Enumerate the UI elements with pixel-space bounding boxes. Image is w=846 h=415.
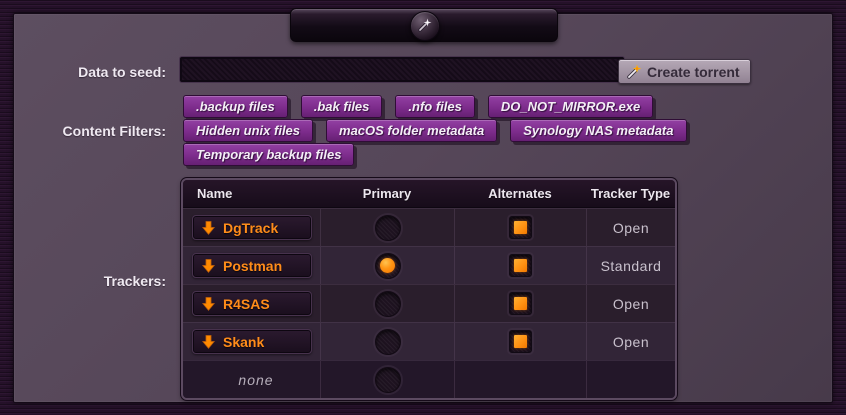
table-row: R4SAS Open bbox=[183, 284, 675, 322]
tracker-none-label: none bbox=[192, 372, 320, 388]
chip-row: Hidden unix files macOS folder metadata … bbox=[183, 119, 743, 140]
filter-chip[interactable]: .backup files bbox=[183, 95, 288, 118]
top-bar bbox=[290, 8, 558, 42]
table-row: DgTrack Open bbox=[183, 208, 675, 246]
tracker-name: DgTrack bbox=[223, 220, 278, 236]
trackers-table: Name Primary Alternates Tracker Type DgT… bbox=[181, 178, 677, 400]
create-torrent-button[interactable]: Create torrent bbox=[618, 59, 751, 84]
tracker-type: Open bbox=[613, 220, 649, 236]
column-header-primary: Primary bbox=[320, 186, 454, 201]
filter-chip[interactable]: Hidden unix files bbox=[183, 119, 313, 142]
torrent-creator-window: Data to seed: Create torrent Content Fil… bbox=[0, 0, 846, 415]
column-header-alternates: Alternates bbox=[454, 186, 586, 201]
magic-wand-icon bbox=[626, 64, 642, 80]
alternates-checkbox[interactable] bbox=[509, 254, 532, 277]
filter-chip[interactable]: macOS folder metadata bbox=[326, 119, 497, 142]
create-torrent-label: Create torrent bbox=[647, 64, 740, 80]
tracker-name: R4SAS bbox=[223, 296, 270, 312]
alternates-checkbox[interactable] bbox=[509, 292, 532, 315]
primary-radio[interactable] bbox=[375, 215, 401, 241]
table-row: Postman Standard bbox=[183, 246, 675, 284]
data-to-seed-input[interactable] bbox=[180, 57, 624, 82]
filter-chip[interactable]: .bak files bbox=[301, 95, 383, 118]
alternates-checkbox[interactable] bbox=[509, 330, 532, 353]
primary-radio[interactable] bbox=[375, 253, 401, 279]
filter-chip[interactable]: Temporary backup files bbox=[183, 143, 354, 166]
alternates-checkbox[interactable] bbox=[509, 216, 532, 239]
tracker-button-skank[interactable]: Skank bbox=[192, 329, 312, 354]
chip-row: Temporary backup files bbox=[183, 143, 743, 164]
filter-chip[interactable]: Synology NAS metadata bbox=[510, 119, 686, 142]
tracker-button-postman[interactable]: Postman bbox=[192, 253, 312, 278]
trackers-label: Trackers: bbox=[20, 273, 166, 289]
tracker-type: Open bbox=[613, 296, 649, 312]
down-arrow-icon bbox=[202, 259, 215, 273]
table-row: Skank Open bbox=[183, 322, 675, 360]
column-header-name: Name bbox=[183, 186, 320, 201]
empty-alternates-cell bbox=[454, 361, 586, 398]
tracker-type: Standard bbox=[601, 258, 662, 274]
magic-orb-button[interactable] bbox=[410, 11, 440, 41]
down-arrow-icon bbox=[202, 297, 215, 311]
tracker-button-r4sas[interactable]: R4SAS bbox=[192, 291, 312, 316]
tracker-name: Skank bbox=[223, 334, 264, 350]
down-arrow-icon bbox=[202, 221, 215, 235]
content-filters-label: Content Filters: bbox=[20, 123, 166, 139]
filter-chip[interactable]: DO_NOT_MIRROR.exe bbox=[488, 95, 653, 118]
column-header-tracker-type: Tracker Type bbox=[586, 186, 675, 201]
table-row-none: none bbox=[183, 360, 675, 398]
content-filter-chips: .backup files .bak files .nfo files DO_N… bbox=[183, 95, 743, 167]
magic-wand-sparkle-icon bbox=[416, 16, 434, 34]
chip-row: .backup files .bak files .nfo files DO_N… bbox=[183, 95, 743, 116]
tracker-button-dgtrack[interactable]: DgTrack bbox=[192, 215, 312, 240]
primary-radio[interactable] bbox=[375, 329, 401, 355]
data-to-seed-label: Data to seed: bbox=[20, 64, 166, 80]
down-arrow-icon bbox=[202, 335, 215, 349]
tracker-name: Postman bbox=[223, 258, 282, 274]
tracker-type: Open bbox=[613, 334, 649, 350]
primary-radio[interactable] bbox=[375, 367, 401, 393]
filter-chip[interactable]: .nfo files bbox=[395, 95, 474, 118]
primary-radio[interactable] bbox=[375, 291, 401, 317]
empty-type-cell bbox=[586, 361, 675, 398]
table-header-row: Name Primary Alternates Tracker Type bbox=[183, 180, 675, 208]
